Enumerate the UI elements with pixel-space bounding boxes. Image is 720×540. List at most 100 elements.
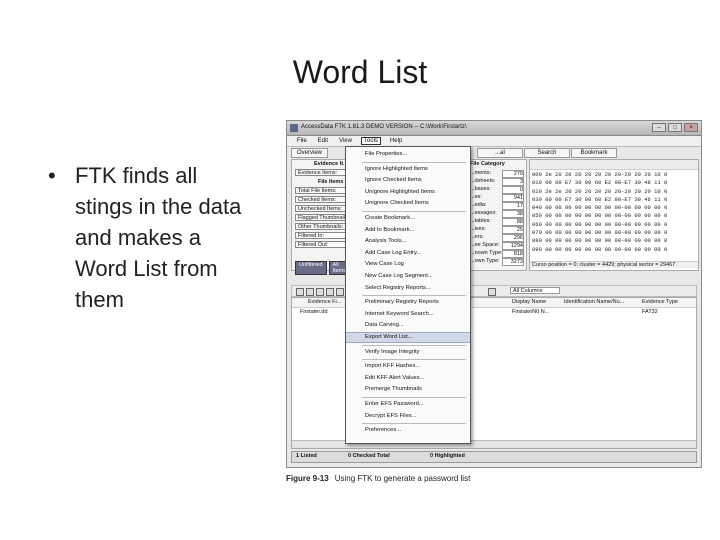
- category-count: 941: [502, 194, 524, 202]
- menu-separator: [362, 295, 466, 297]
- menu-item[interactable]: Unignore Highlighted Items: [346, 187, 470, 198]
- tab-bookmark[interactable]: Bookmark: [571, 148, 617, 158]
- category-row[interactable]: ...ments: 279: [468, 170, 526, 178]
- category-row[interactable]: ...ives: 25: [468, 226, 526, 234]
- toolbar-icon[interactable]: [296, 288, 304, 296]
- menu-tools[interactable]: Tools: [360, 137, 381, 145]
- status-bar: 1 Listed 0 Checked Total 0 Highlighted: [291, 451, 697, 463]
- category-count: 296: [502, 234, 524, 242]
- tab-overview[interactable]: Overview: [291, 148, 329, 158]
- category-row[interactable]: ...dsheets: 3: [468, 178, 526, 186]
- evidence-items-header: Evidence It...: [314, 161, 348, 167]
- category-row[interactable]: ...essages: 38: [468, 210, 526, 218]
- dropdown-arrow-icon[interactable]: [488, 288, 496, 296]
- menu-item[interactable]: Edit KFF Alert Values...: [346, 373, 470, 384]
- bullet-list: • FTK finds all stings in the data and m…: [48, 160, 258, 315]
- menu-item[interactable]: Ignore Checked Items: [346, 175, 470, 186]
- hex-line: 000 2e 20 20 20 20 20 20 20-20 20 20 10 …: [532, 171, 668, 178]
- menu-separator: [362, 397, 466, 398]
- menu-item[interactable]: Verify Image Integrity: [346, 347, 470, 358]
- hex-viewer[interactable]: 000 2e 20 20 20 20 20 20 20-20 20 20 10 …: [529, 159, 699, 271]
- category-label: ...nown Type:: [470, 250, 503, 256]
- evidence-items-button[interactable]: Evidence Items:: [295, 169, 349, 176]
- menu-item-export-word-list[interactable]: Export Word List...: [346, 332, 470, 343]
- column-display-name[interactable]: Display Name: [512, 299, 546, 305]
- hex-dump: 000 2e 20 20 20 20 20 20 20-20 20 20 10 …: [532, 171, 667, 254]
- menu-item[interactable]: Add Case Log Entry...: [346, 248, 470, 259]
- category-count: 3273: [502, 258, 524, 266]
- category-row[interactable]: ...ers: 296: [468, 234, 526, 242]
- column-identification[interactable]: Identification Name/Nu...: [564, 299, 624, 305]
- category-row[interactable]: ...own Type: 3273: [468, 258, 526, 266]
- category-label: ...ives:: [470, 226, 486, 232]
- menu-separator: [362, 211, 466, 212]
- hex-toolbar: [530, 160, 698, 170]
- unchecked-items-button[interactable]: Unchecked Items:: [295, 205, 349, 212]
- category-row[interactable]: ...tables: 88: [468, 218, 526, 226]
- category-count: 88: [502, 218, 524, 226]
- menu-file[interactable]: File: [295, 138, 309, 144]
- menu-item[interactable]: Decrypt EFS Files...: [346, 411, 470, 422]
- menu-item[interactable]: Internet Keyword Search...: [346, 309, 470, 320]
- category-row[interactable]: ...bases: 0: [468, 186, 526, 194]
- menu-separator: [362, 344, 466, 346]
- category-row[interactable]: ...edia: 17: [468, 202, 526, 210]
- bullet-marker: •: [48, 163, 56, 188]
- hex-line: 060 00 00 00 00 00 00 00 00-00 00 00 00 …: [532, 220, 668, 228]
- flagged-thumbnails-button[interactable]: Flagged Thumbnails:: [295, 214, 349, 221]
- menu-item[interactable]: Analysis Tools...: [346, 236, 470, 247]
- bullet-text: FTK finds all stings in the data and mak…: [75, 163, 242, 312]
- category-label: ...es:: [470, 194, 482, 200]
- category-row[interactable]: ...nown Type: 818: [468, 250, 526, 258]
- menu-item[interactable]: Unignore Checked Items: [346, 198, 470, 209]
- column-set-select[interactable]: All Columns: [510, 287, 560, 294]
- menu-edit[interactable]: Edit: [316, 138, 330, 144]
- menu-view[interactable]: View: [337, 138, 354, 144]
- tab-partial[interactable]: ...al: [477, 148, 523, 158]
- menu-item[interactable]: Ignore Highlighted Items: [346, 164, 470, 175]
- menu-separator: [362, 423, 466, 425]
- category-row[interactable]: ...es: 941: [468, 194, 526, 202]
- toolbar-icon[interactable]: [306, 288, 314, 296]
- minimize-button[interactable]: –: [652, 123, 666, 132]
- menu-item[interactable]: Preliminary Registry Reports: [346, 297, 470, 308]
- menu-item[interactable]: Create Bookmark...: [346, 213, 470, 224]
- toolbar-icon[interactable]: [316, 288, 324, 296]
- menu-item[interactable]: Enter EFS Password...: [346, 399, 470, 410]
- ftk-screenshot: AccessData FTK 1.81.3 DEMO VERSION -- C:…: [286, 120, 702, 468]
- hex-line: 010 00 00 E7 30 00 60 E2 98-E7 30 48 11 …: [532, 179, 668, 187]
- menu-item[interactable]: Preferences...: [346, 425, 470, 436]
- menu-item[interactable]: Data Carving...: [346, 320, 470, 331]
- filtered-out-button[interactable]: Filtered Out:: [295, 241, 349, 248]
- cell-evidence: Firstater.dd: [300, 309, 328, 315]
- category-label: ...own Type:: [470, 258, 500, 264]
- close-button[interactable]: ×: [684, 123, 698, 132]
- menu-help[interactable]: Help: [388, 138, 404, 144]
- tab-search[interactable]: Search: [524, 148, 570, 158]
- column-evidence[interactable]: Evidence Fi...: [308, 299, 341, 305]
- category-row[interactable]: ...ee Space: 1294: [468, 242, 526, 250]
- toolbar-icon[interactable]: [326, 288, 334, 296]
- hex-line: 040 00 00 00 00 00 00 00 00-00 00 00 00 …: [532, 204, 668, 212]
- maximize-button[interactable]: □: [668, 123, 682, 132]
- menu-item[interactable]: Import KFF Hashes...: [346, 361, 470, 372]
- filtered-in-button[interactable]: Filtered In:: [295, 232, 349, 239]
- column-evidence-type[interactable]: Evidence Type: [642, 299, 678, 305]
- category-count: 17: [502, 202, 524, 210]
- menu-item[interactable]: Add to Bookmark...: [346, 225, 470, 236]
- menu-item[interactable]: Select Registry Reports...: [346, 283, 470, 294]
- menu-item[interactable]: File Properties...: [346, 149, 470, 160]
- category-count: 0: [502, 186, 524, 194]
- total-file-items-button[interactable]: Total File Items:: [295, 187, 349, 194]
- hex-status: Curso position = 0; cluster = 4429; phys…: [530, 261, 698, 268]
- toolbar-icon[interactable]: [336, 288, 344, 296]
- unfiltered-button[interactable]: Unfiltered: [295, 261, 327, 275]
- slide-title: Word List: [292, 54, 428, 90]
- menu-item[interactable]: New Case Log Segment...: [346, 271, 470, 282]
- hex-line: 050 00 00 00 00 00 00 00 00-00 00 00 00 …: [532, 212, 668, 220]
- listed-count: 1 Listed: [296, 453, 317, 459]
- other-thumbnails-button[interactable]: Other Thumbnails:: [295, 223, 349, 230]
- menu-item[interactable]: View Case Log: [346, 259, 470, 270]
- menu-item[interactable]: Premerge Thumbnails: [346, 384, 470, 395]
- checked-items-button[interactable]: Checked Items:: [295, 196, 349, 203]
